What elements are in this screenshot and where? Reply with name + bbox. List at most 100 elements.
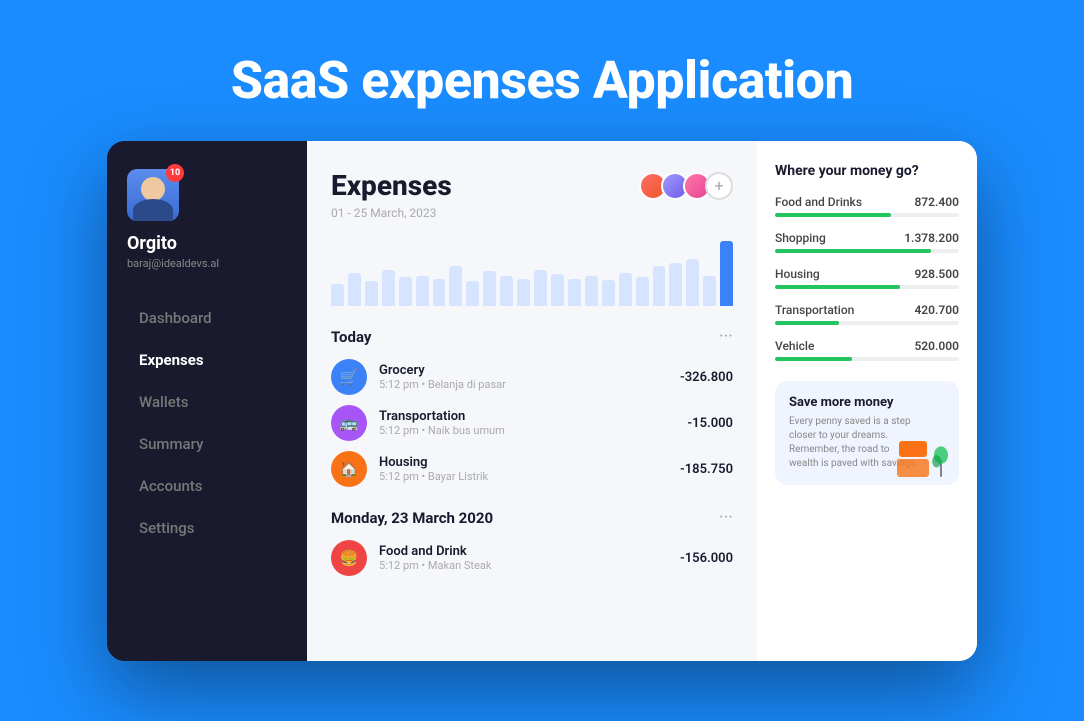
transaction-details: Food and Drink5:12 pm • Makan Steak xyxy=(379,544,668,572)
add-collaborator-button[interactable]: + xyxy=(705,172,733,200)
category-amount: 420.700 xyxy=(914,303,959,317)
save-card-title: Save more money xyxy=(789,395,945,410)
transaction-item[interactable]: 🍔 Food and Drink5:12 pm • Makan Steak -156… xyxy=(331,540,733,576)
category-header: Shopping1.378.200 xyxy=(775,231,959,245)
category-bar xyxy=(775,285,959,289)
transaction-item[interactable]: 🛒 Grocery5:12 pm • Belanja di pasar -326.8… xyxy=(331,359,733,395)
user-name: Orgito xyxy=(127,233,287,254)
chart-bar xyxy=(619,273,632,306)
plant-icon xyxy=(931,442,951,477)
transaction-name: Food and Drink xyxy=(379,544,668,559)
nav-menu: Dashboard Expenses Wallets Summary Accounts S… xyxy=(127,300,287,546)
chart-bar xyxy=(585,276,598,306)
expenses-header: Expenses + xyxy=(331,169,733,202)
expenses-date: 01 - 25 March, 2023 xyxy=(331,206,733,220)
hero-title: SaaS expenses Application xyxy=(231,50,853,111)
chart-bar xyxy=(636,277,649,306)
chart-bar xyxy=(653,266,666,306)
transaction-item[interactable]: 🚌 Transportation5:12 pm • Naik bus umum -1… xyxy=(331,405,733,441)
category-item: Housing928.500 xyxy=(775,267,959,289)
chart-bar xyxy=(433,279,446,306)
category-amount: 872.400 xyxy=(914,195,959,209)
user-email: baraj@idealdevs.al xyxy=(127,257,287,270)
more-options-button[interactable]: ··· xyxy=(719,507,733,528)
transaction-icon: 🛒 xyxy=(331,359,367,395)
chart-bar xyxy=(483,271,496,306)
chart-bar xyxy=(602,280,615,306)
chart-bar xyxy=(399,277,412,306)
transaction-sections: Today ··· 🛒 Grocery5:12 pm • Belanja di pas… xyxy=(331,326,733,576)
category-bar-fill xyxy=(775,357,852,361)
chart-bar xyxy=(416,276,429,306)
section-header: Monday, 23 March 2020 ··· xyxy=(331,507,733,528)
section-title: Monday, 23 March 2020 xyxy=(331,509,493,527)
main-inner: Expenses + 01 - 25 March, 2023 Today ··· 🛒… xyxy=(307,141,977,661)
transaction-amount: -15.000 xyxy=(687,416,733,431)
transaction-item[interactable]: 🏠 Housing5:12 pm • Bayar Listrik -185.750 xyxy=(331,451,733,487)
chart-bar xyxy=(551,274,564,306)
chart-bar xyxy=(365,281,378,306)
app-window: 10 Orgito baraj@idealdevs.al Dashboard Ex… xyxy=(107,141,977,661)
sidebar-item-settings[interactable]: Settings xyxy=(127,510,287,546)
transaction-meta: 5:12 pm • Bayar Listrik xyxy=(379,470,668,483)
category-header: Transportation 420.700 xyxy=(775,303,959,317)
transaction-icon: 🍔 xyxy=(331,540,367,576)
transaction-details: Housing5:12 pm • Bayar Listrik xyxy=(379,455,668,483)
category-bar xyxy=(775,357,959,361)
transaction-list: 🍔 Food and Drink5:12 pm • Makan Steak -156… xyxy=(331,540,733,576)
sidebar-item-expenses[interactable]: Expenses xyxy=(127,342,287,378)
category-item: Transportation 420.700 xyxy=(775,303,959,325)
right-panel: Where your money go? Food and Drinks 872.… xyxy=(757,141,977,661)
category-bar-fill xyxy=(775,249,931,253)
category-amount: 1.378.200 xyxy=(904,231,959,245)
expenses-panel[interactable]: Expenses + 01 - 25 March, 2023 Today ··· 🛒… xyxy=(307,141,757,661)
sidebar-item-dashboard[interactable]: Dashboard xyxy=(127,300,287,336)
notification-badge: 10 xyxy=(166,164,184,182)
money-go-title: Where your money go? xyxy=(775,163,959,179)
sidebar-item-summary[interactable]: Summary xyxy=(127,426,287,462)
bar-chart xyxy=(331,236,733,306)
category-item: Food and Drinks 872.400 xyxy=(775,195,959,217)
category-header: Housing928.500 xyxy=(775,267,959,281)
transaction-icon: 🚌 xyxy=(331,405,367,441)
transaction-amount: -326.800 xyxy=(680,370,733,385)
category-bar xyxy=(775,321,959,325)
category-item: Shopping1.378.200 xyxy=(775,231,959,253)
save-card: Save more money Every penny saved is a s… xyxy=(775,381,959,485)
transaction-section: Today ··· 🛒 Grocery5:12 pm • Belanja di pas… xyxy=(331,326,733,487)
transaction-list: 🛒 Grocery5:12 pm • Belanja di pasar -326.8… xyxy=(331,359,733,487)
chart-bar xyxy=(669,263,682,306)
category-header: Vehicle 520.000 xyxy=(775,339,959,353)
category-amount: 928.500 xyxy=(914,267,959,281)
chart-bar xyxy=(382,270,395,306)
sidebar-item-accounts[interactable]: Accounts xyxy=(127,468,287,504)
transaction-icon: 🏠 xyxy=(331,451,367,487)
section-title: Today xyxy=(331,328,371,346)
sidebar: 10 Orgito baraj@idealdevs.al Dashboard Ex… xyxy=(107,141,307,661)
chart-bar xyxy=(500,276,513,306)
category-amount: 520.000 xyxy=(914,339,959,353)
transaction-amount: -156.000 xyxy=(680,551,733,566)
chart-bar xyxy=(466,281,479,306)
category-name: Vehicle xyxy=(775,339,814,353)
transaction-details: Transportation5:12 pm • Naik bus umum xyxy=(379,409,675,437)
main-content: Expenses + 01 - 25 March, 2023 Today ··· 🛒… xyxy=(307,141,977,661)
section-header: Today ··· xyxy=(331,326,733,347)
chart-bar xyxy=(534,270,547,306)
category-bar xyxy=(775,213,959,217)
avatar-group: + xyxy=(639,172,733,200)
chart-bar xyxy=(703,276,716,306)
transaction-meta: 5:12 pm • Belanja di pasar xyxy=(379,378,668,391)
chart-bar xyxy=(348,273,361,306)
chart-bar xyxy=(686,259,699,306)
category-name: Transportation xyxy=(775,303,854,317)
more-options-button[interactable]: ··· xyxy=(719,326,733,347)
category-name: Food and Drinks xyxy=(775,195,862,209)
chart-bar xyxy=(331,284,344,306)
user-avatar-container: 10 xyxy=(127,169,179,221)
transaction-section: Monday, 23 March 2020 ··· 🍔 Food and Drink5… xyxy=(331,507,733,576)
transaction-meta: 5:12 pm • Makan Steak xyxy=(379,559,668,572)
sidebar-item-wallets[interactable]: Wallets xyxy=(127,384,287,420)
transaction-name: Grocery xyxy=(379,363,668,378)
transaction-amount: -185.750 xyxy=(680,462,733,477)
